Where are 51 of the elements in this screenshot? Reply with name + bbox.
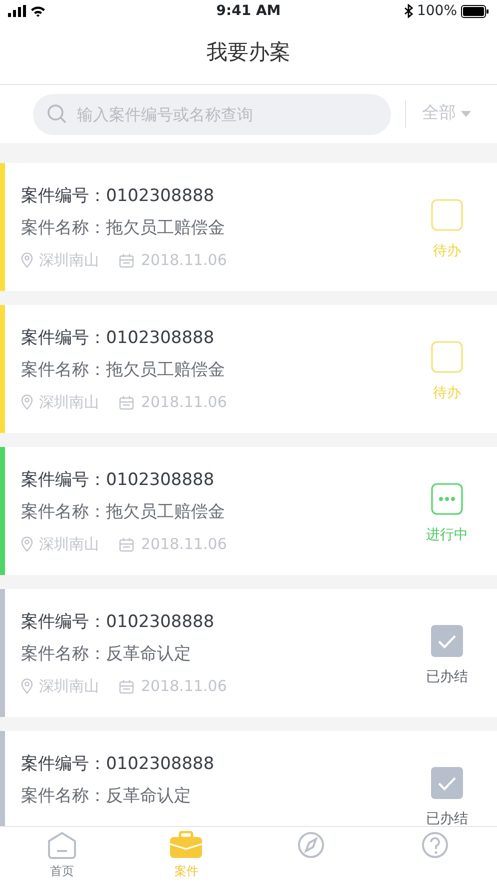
case-name: 案件名称：拖欠员工赔偿金 bbox=[21, 217, 226, 240]
date-text: 2018.11.06 bbox=[141, 534, 227, 555]
location-pin-icon bbox=[21, 394, 33, 410]
case-card[interactable]: 案件编号：0102308888 案件名称：反革命认定 已办结 bbox=[0, 731, 497, 826]
case-card[interactable]: 案件编号：0102308888 案件名称：拖欠员工赔偿金 深圳南山 2018.11.06 待办 bbox=[0, 163, 497, 291]
bluetooth-icon bbox=[404, 4, 413, 18]
case-number: 案件编号：0102308888 bbox=[21, 611, 216, 634]
calendar-icon bbox=[119, 536, 134, 552]
date-text: 2018.11.06 bbox=[141, 250, 227, 271]
search-field[interactable]: 输入案件编号或名称查询 bbox=[33, 94, 391, 134]
calendar-icon bbox=[119, 678, 134, 694]
location-text: 深圳南山 bbox=[39, 534, 99, 555]
battery-icon bbox=[461, 4, 489, 18]
question-icon bbox=[420, 831, 450, 859]
case-number: 案件编号：0102308888 bbox=[21, 469, 216, 492]
status-label: 进行中 bbox=[426, 526, 468, 545]
location-pin-icon bbox=[21, 252, 33, 268]
case-number: 案件编号：0102308888 bbox=[21, 753, 216, 776]
battery-text: 100% bbox=[416, 2, 457, 20]
page-title: 我要办案 bbox=[206, 39, 290, 66]
wifi-icon bbox=[30, 5, 46, 17]
calendar-icon bbox=[119, 394, 134, 410]
tab-button[interactable]: 首页 bbox=[0, 827, 124, 883]
location-text: 深圳南山 bbox=[39, 392, 99, 413]
compass-icon bbox=[296, 831, 326, 859]
location-text: 深圳南山 bbox=[39, 676, 99, 697]
status-label: 已办结 bbox=[426, 810, 468, 826]
location-pin-icon bbox=[21, 536, 33, 552]
case-number: 案件编号：0102308888 bbox=[21, 185, 216, 208]
status-label: 待办 bbox=[433, 384, 461, 403]
status-label: 已办结 bbox=[426, 668, 468, 687]
case-name: 案件名称：反革命认定 bbox=[21, 785, 192, 808]
caret-icon bbox=[461, 110, 471, 117]
location-pin-icon bbox=[21, 678, 33, 694]
case-card[interactable]: 案件编号：0102308888 案件名称：拖欠员工赔偿金 深圳南山 2018.11.06 待办 bbox=[0, 305, 497, 433]
case-name: 案件名称：反革命认定 bbox=[21, 643, 192, 666]
search-icon bbox=[47, 104, 67, 124]
signal-icon bbox=[8, 5, 26, 17]
case-name: 案件名称：拖欠员工赔偿金 bbox=[21, 501, 226, 524]
calendar-icon bbox=[119, 252, 134, 268]
case-card[interactable]: 案件编号：0102308888 案件名称：反革命认定 深圳南山 2018.11.06 已办结 bbox=[0, 589, 497, 717]
briefcase-icon bbox=[169, 831, 204, 859]
date-text: 2018.11.06 bbox=[141, 392, 227, 413]
location-text: 深圳南山 bbox=[39, 250, 99, 271]
case-number: 案件编号：0102308888 bbox=[21, 327, 216, 350]
home-icon bbox=[47, 831, 78, 859]
time-text: 9:41 AM bbox=[215, 2, 282, 20]
status-label: 待办 bbox=[433, 242, 461, 261]
case-card[interactable]: 案件编号：0102308888 案件名称：拖欠员工赔偿金 深圳南山 2018.11.06 进行中 bbox=[0, 447, 497, 575]
case-name: 案件名称：拖欠员工赔偿金 bbox=[21, 359, 226, 382]
date-text: 2018.11.06 bbox=[141, 676, 227, 697]
